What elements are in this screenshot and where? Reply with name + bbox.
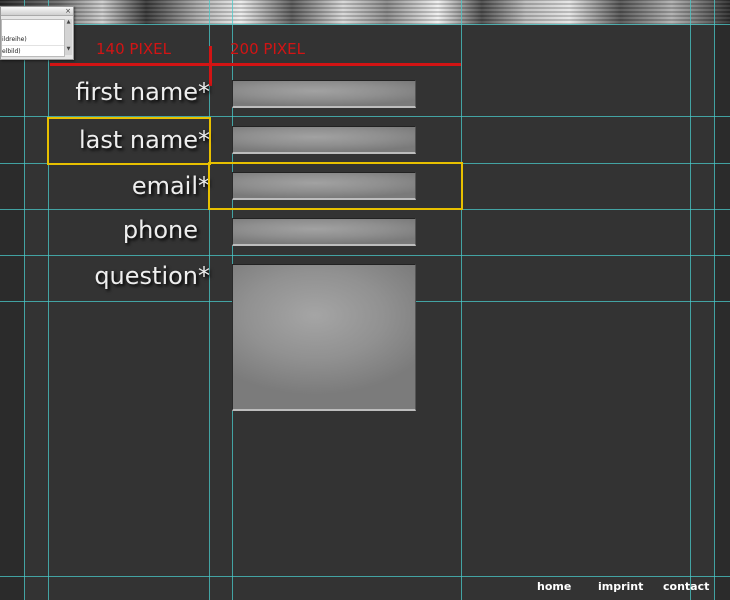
scroll-up-icon[interactable]: ▲ <box>65 19 72 26</box>
question-label: question* <box>94 262 210 290</box>
layer-row[interactable]: ildreihe) <box>2 34 64 46</box>
panel-titlebar[interactable]: × <box>1 7 73 16</box>
footer-link-home[interactable]: home <box>537 580 571 593</box>
guide-horizontal <box>0 576 730 577</box>
header-photo-banner <box>0 0 730 25</box>
phone-field[interactable] <box>232 218 416 246</box>
left-pattern-strip <box>0 25 24 600</box>
layer-row[interactable]: elbild) <box>2 46 64 58</box>
last-name-field[interactable] <box>232 126 416 154</box>
phone-label: phone <box>122 216 198 244</box>
panel-scrollbar[interactable]: ▲ ▼ <box>65 19 72 55</box>
guide-horizontal <box>0 24 730 25</box>
guide-vertical <box>48 0 49 600</box>
layers-panel-window[interactable]: × ildreihe) elbild) ▲ ▼ <box>0 6 74 60</box>
footer-link-imprint[interactable]: imprint <box>598 580 643 593</box>
email-label: email* <box>131 172 210 200</box>
guide-vertical <box>461 0 462 600</box>
scroll-down-icon[interactable]: ▼ <box>65 46 72 53</box>
first-name-field[interactable] <box>232 80 416 108</box>
question-textarea[interactable] <box>232 264 416 411</box>
label-highlight-box <box>47 117 211 165</box>
footer-link-contact[interactable]: contact <box>663 580 709 593</box>
right-pattern-strip <box>714 25 730 600</box>
input-column-width: 200 PIXEL <box>230 40 305 58</box>
first-name-label: first name* <box>75 78 210 106</box>
close-icon[interactable]: × <box>65 7 71 15</box>
guide-horizontal <box>0 255 730 256</box>
guide-vertical <box>24 0 25 600</box>
layer-list[interactable]: ildreihe) elbild) <box>1 19 65 58</box>
measure-baseline <box>50 63 461 66</box>
guide-vertical <box>714 0 715 600</box>
input-highlight-box <box>208 162 463 210</box>
guide-vertical <box>690 0 691 600</box>
label-column-width: 140 PIXEL <box>96 40 171 58</box>
